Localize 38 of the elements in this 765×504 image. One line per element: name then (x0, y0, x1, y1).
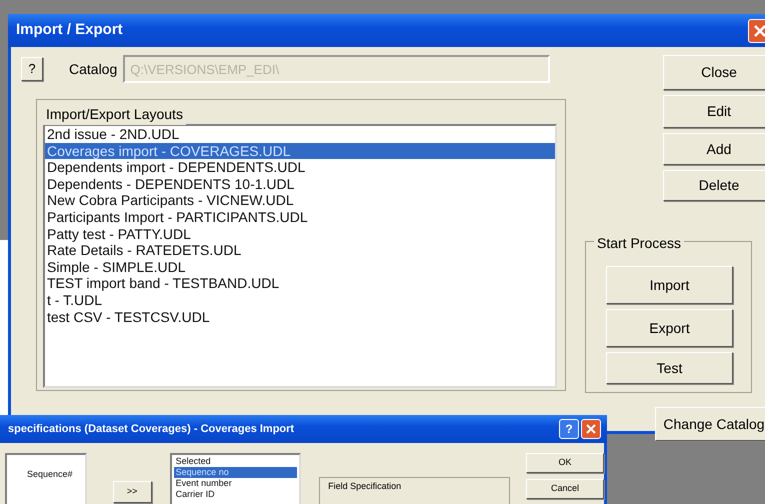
list-item[interactable]: Patty test - PATTY.UDL (45, 226, 555, 242)
help-button[interactable]: ? (559, 419, 579, 439)
window-title: Import / Export (16, 20, 123, 40)
close-icon[interactable] (581, 419, 601, 439)
list-item[interactable]: Coverages import - COVERAGES.UDL (45, 142, 555, 160)
dialog-button[interactable]: Delete (663, 170, 765, 201)
list-item[interactable]: Dependents - DEPENDENTS 10-1.UDL (45, 176, 555, 192)
list-item[interactable]: Rate Details - RATEDETS.UDL (45, 242, 555, 259)
available-fields-list[interactable]: Sequence# (5, 453, 87, 504)
list-item[interactable]: test CSV - TESTCSV.UDL (45, 308, 555, 326)
selected-fields-list[interactable]: Selected Sequence no Event number Carrier ID (170, 453, 302, 504)
list-item[interactable]: t - T.UDL (45, 292, 555, 309)
list-item[interactable]: New Cobra Participants - VICNEW.UDL (45, 192, 555, 209)
dialog-button[interactable]: Edit (663, 95, 765, 128)
help-button[interactable]: ? (21, 57, 43, 81)
list-item[interactable]: Sequence# (7, 469, 85, 480)
list-item[interactable]: TEST import band - TESTBAND.UDL (45, 275, 555, 292)
list-item[interactable]: Sequence no (174, 467, 298, 478)
list-header: Selected (174, 456, 212, 467)
change-catalog-button[interactable]: Change Catalog (655, 407, 765, 441)
dialog-button[interactable]: Cancel (526, 479, 604, 499)
dialog-button[interactable]: Close (663, 55, 765, 90)
process-button[interactable]: Import (606, 266, 733, 304)
list-item[interactable]: Event number (174, 478, 298, 489)
catalog-label: Catalog (69, 60, 118, 79)
list-item[interactable]: 2nd issue - 2ND.UDL (45, 126, 555, 143)
close-icon[interactable] (748, 18, 765, 42)
move-button[interactable]: >> (112, 481, 152, 503)
list-item[interactable]: Simple - SIMPLE.UDL (45, 258, 555, 276)
list-item[interactable]: Carrier ID (174, 489, 298, 500)
window-title: specifications (Dataset Coverages) - Coverages Import (8, 422, 294, 437)
dialog-button[interactable]: OK (526, 453, 604, 473)
list-item[interactable]: Participants Import - PARTICIPANTS.UDL (45, 208, 555, 226)
process-button[interactable]: Export (606, 309, 733, 347)
dialog-button[interactable]: Add (663, 133, 765, 165)
list-item[interactable]: Dependents import - DEPENDENTS.UDL (45, 159, 555, 176)
process-button[interactable]: Test (606, 352, 733, 384)
group-title: Field Specification (328, 480, 402, 493)
